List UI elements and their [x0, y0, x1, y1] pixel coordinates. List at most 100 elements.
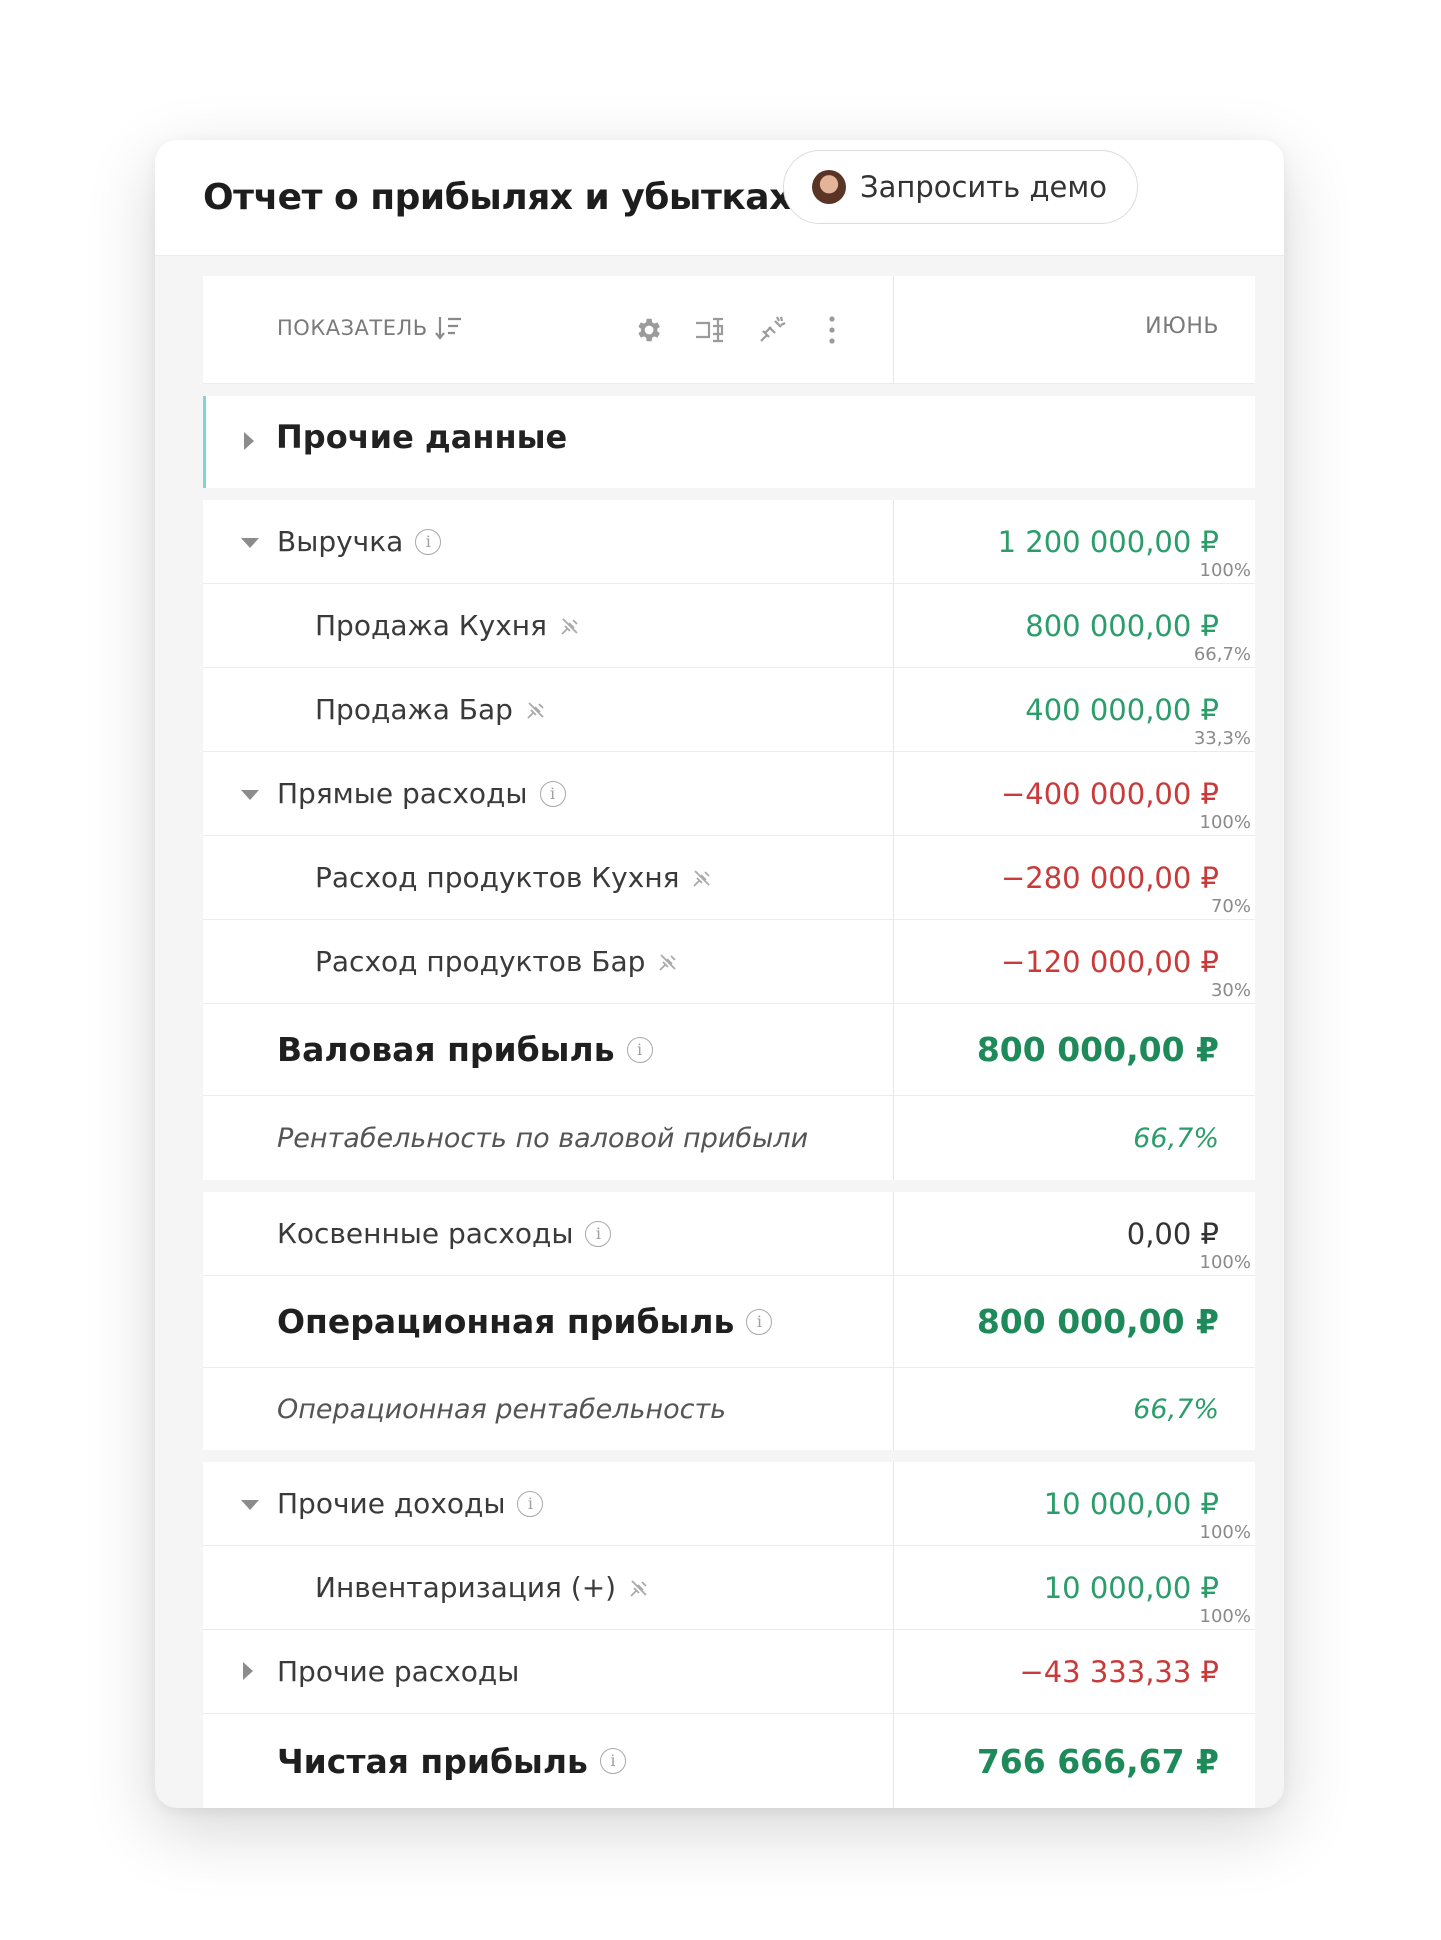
- table-row[interactable]: Расход продуктов Бар −120 000,00 ₽ 30%: [203, 920, 1255, 1004]
- column-month-header[interactable]: ИЮНЬ: [1145, 314, 1219, 339]
- column-separator: [893, 1462, 894, 1546]
- row-percent: 30%: [1210, 980, 1251, 1001]
- row-label: Операционная прибыль: [277, 1302, 735, 1341]
- sort-icon[interactable]: [434, 314, 464, 342]
- row-label: Продажа Бар: [315, 693, 513, 726]
- info-icon[interactable]: i: [585, 1220, 612, 1247]
- chevron-down-icon[interactable]: [241, 790, 259, 800]
- column-indicator-label: ПОКАЗАТЕЛЬ: [277, 316, 428, 340]
- row-value: 800 000,00 ₽: [976, 1302, 1219, 1341]
- unlink-icon[interactable]: [691, 867, 713, 889]
- request-demo-label: Запросить демо: [860, 170, 1107, 204]
- row-label: Расход продуктов Кухня: [315, 861, 680, 894]
- column-separator: [893, 276, 894, 384]
- row-label: Прямые расходы: [277, 777, 528, 810]
- more-vertical-icon[interactable]: [815, 310, 849, 350]
- info-icon[interactable]: i: [415, 528, 442, 555]
- column-separator: [893, 1714, 894, 1808]
- column-separator: [893, 1368, 894, 1450]
- table-row[interactable]: Выручка i 1 200 000,00 ₽ 100%: [203, 500, 1255, 584]
- unlink-icon[interactable]: [628, 1577, 650, 1599]
- row-percent: 33,3%: [1193, 728, 1251, 749]
- info-icon[interactable]: i: [746, 1308, 773, 1335]
- column-separator: [893, 1546, 894, 1630]
- row-label: Прочие доходы: [277, 1487, 506, 1520]
- table-row[interactable]: Операционная прибыль i 800 000,00 ₽: [203, 1276, 1255, 1368]
- chevron-right-icon[interactable]: [244, 432, 254, 450]
- row-percent: 100%: [1199, 1252, 1251, 1273]
- column-separator: [893, 1004, 894, 1096]
- row-value: 66,7%: [1133, 1393, 1219, 1425]
- row-value: 66,7%: [1133, 1122, 1219, 1154]
- unlink-icon[interactable]: [657, 951, 679, 973]
- row-value: 400 000,00 ₽: [1025, 692, 1219, 727]
- unlink-icon[interactable]: [755, 310, 789, 350]
- column-separator: [893, 1096, 894, 1180]
- chevron-down-icon[interactable]: [241, 1500, 259, 1510]
- column-indicator-header[interactable]: ПОКАЗАТЕЛЬ: [277, 314, 464, 342]
- column-separator: [893, 752, 894, 836]
- row-label: Операционная рентабельность: [277, 1393, 727, 1425]
- table-row[interactable]: Косвенные расходы i 0,00 ₽ 100%: [203, 1192, 1255, 1276]
- table-row[interactable]: Продажа Кухня 800 000,00 ₽ 66,7%: [203, 584, 1255, 668]
- row-label: Расход продуктов Бар: [315, 945, 646, 978]
- table-row[interactable]: Чистая прибыль i 766 666,67 ₽: [203, 1714, 1255, 1808]
- column-separator: [893, 920, 894, 1004]
- row-value: 800 000,00 ₽: [976, 1030, 1219, 1069]
- row-percent: 100%: [1199, 812, 1251, 833]
- table-row[interactable]: Валовая прибыль i 800 000,00 ₽: [203, 1004, 1255, 1096]
- row-label: Косвенные расходы: [277, 1217, 574, 1250]
- row-value: −120 000,00 ₽: [1000, 944, 1219, 979]
- row-label: Чистая прибыль: [277, 1741, 588, 1781]
- table-row[interactable]: Продажа Бар 400 000,00 ₽ 33,3%: [203, 668, 1255, 752]
- table-row[interactable]: Прямые расходы i −400 000,00 ₽ 100%: [203, 752, 1255, 836]
- row-value: 800 000,00 ₽: [1025, 608, 1219, 643]
- unlink-icon[interactable]: [559, 615, 581, 637]
- row-value: 1 200 000,00 ₽: [997, 524, 1219, 559]
- row-value: 10 000,00 ₽: [1043, 1486, 1219, 1521]
- row-value: −280 000,00 ₽: [1000, 860, 1219, 895]
- table-row[interactable]: Расход продуктов Кухня −280 000,00 ₽ 70%: [203, 836, 1255, 920]
- row-percent: 100%: [1199, 1522, 1251, 1543]
- request-demo-button[interactable]: Запросить демо: [783, 150, 1138, 224]
- table-row[interactable]: Прочие расходы −43 333,33 ₽: [203, 1630, 1255, 1714]
- table-column-header: ПОКАЗАТЕЛЬ ИЮНЬ: [203, 276, 1255, 384]
- pnl-report-card: Отчет о прибылях и убытках Запросить дем…: [155, 140, 1284, 1808]
- row-label: Прочие расходы: [277, 1655, 520, 1688]
- row-label: Выручка: [277, 525, 404, 558]
- info-icon[interactable]: i: [539, 780, 566, 807]
- report-header: Отчет о прибылях и убытках Запросить дем…: [155, 140, 1284, 256]
- gear-icon[interactable]: [631, 310, 665, 350]
- group-other-data[interactable]: Прочие данные: [203, 396, 1255, 488]
- column-separator: [893, 500, 894, 584]
- chevron-down-icon[interactable]: [241, 538, 259, 548]
- row-percent: 66,7%: [1193, 644, 1251, 665]
- avatar: [812, 170, 846, 204]
- info-icon[interactable]: i: [517, 1490, 544, 1517]
- row-value: −400 000,00 ₽: [1000, 776, 1219, 811]
- row-percent: 100%: [1199, 1606, 1251, 1627]
- row-value: −43 333,33 ₽: [1019, 1654, 1219, 1689]
- column-separator: [893, 1630, 894, 1714]
- table-row[interactable]: Инвентаризация (+) 10 000,00 ₽ 100%: [203, 1546, 1255, 1630]
- table-row[interactable]: Рентабельность по валовой прибыли 66,7%: [203, 1096, 1255, 1180]
- column-separator: [893, 836, 894, 920]
- info-icon[interactable]: i: [599, 1748, 626, 1774]
- row-percent: 70%: [1210, 896, 1251, 917]
- table-row[interactable]: Операционная рентабельность 66,7%: [203, 1368, 1255, 1450]
- table-row[interactable]: Прочие доходы i 10 000,00 ₽ 100%: [203, 1462, 1255, 1546]
- unlink-icon[interactable]: [525, 699, 547, 721]
- column-separator: [893, 1192, 894, 1276]
- row-label: Продажа Кухня: [315, 609, 547, 642]
- page-title: Отчет о прибылях и убытках: [203, 177, 792, 218]
- info-icon[interactable]: i: [626, 1036, 653, 1063]
- report-table: ПОКАЗАТЕЛЬ ИЮНЬ Прочие данные Выручка i …: [203, 276, 1255, 1808]
- row-value: 10 000,00 ₽: [1043, 1570, 1219, 1605]
- chevron-right-icon[interactable]: [243, 1662, 253, 1680]
- row-percent: 100%: [1199, 560, 1251, 581]
- row-value: 766 666,67 ₽: [976, 1741, 1219, 1781]
- row-label: Рентабельность по валовой прибыли: [277, 1122, 809, 1154]
- row-label: Валовая прибыль: [277, 1030, 615, 1069]
- column-split-icon[interactable]: [693, 310, 727, 350]
- column-separator: [893, 584, 894, 668]
